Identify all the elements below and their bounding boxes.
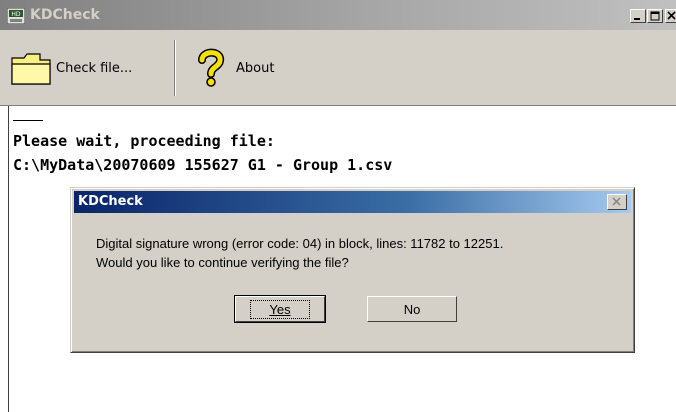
dialog-message: Digital signature wrong (error code: 04)… xyxy=(96,234,503,272)
status-text: Please wait, proceeding file: xyxy=(13,132,275,150)
no-label: No xyxy=(403,301,421,317)
question-mark-icon xyxy=(198,48,224,87)
folder-icon xyxy=(11,53,51,85)
maximize-button[interactable] xyxy=(647,9,663,23)
about-label: About xyxy=(236,60,275,76)
svg-text:HD: HD xyxy=(11,11,21,18)
yes-button[interactable]: Yes xyxy=(234,295,326,323)
dialog-close-button[interactable] xyxy=(607,194,627,210)
minimize-icon xyxy=(634,18,640,20)
progress-line xyxy=(13,120,43,121)
dialog-message-line-1: Digital signature wrong (error code: 04)… xyxy=(96,236,504,251)
check-file-button[interactable]: Check file... xyxy=(10,42,132,94)
about-button[interactable]: About xyxy=(196,42,274,94)
check-file-label: Check file... xyxy=(56,60,133,76)
close-button[interactable] xyxy=(665,9,676,23)
dialog-message-line-2: Would you like to continue verifying the… xyxy=(96,255,349,270)
maximize-icon xyxy=(650,11,660,21)
yes-label: Yes xyxy=(250,299,310,319)
dialog-title-bar[interactable]: KDCheck xyxy=(74,191,631,213)
message-dialog: KDCheck Digital signature wrong (error c… xyxy=(70,187,635,353)
window-title: KDCheck xyxy=(30,7,100,23)
file-path-text: C:\MyData\20070609 155627 G1 - Group 1.c… xyxy=(13,156,393,174)
toolbar-separator xyxy=(174,40,176,96)
dialog-title: KDCheck xyxy=(78,194,143,209)
app-icon: HD xyxy=(7,8,25,24)
window-title-bar[interactable]: HD KDCheck xyxy=(0,0,676,30)
no-button[interactable]: No xyxy=(367,296,457,322)
minimize-button[interactable] xyxy=(630,9,646,23)
close-icon xyxy=(612,197,621,206)
yes-label-text: Yes xyxy=(269,301,291,317)
close-icon xyxy=(667,11,676,20)
toolbar: Check file... About xyxy=(0,30,676,106)
